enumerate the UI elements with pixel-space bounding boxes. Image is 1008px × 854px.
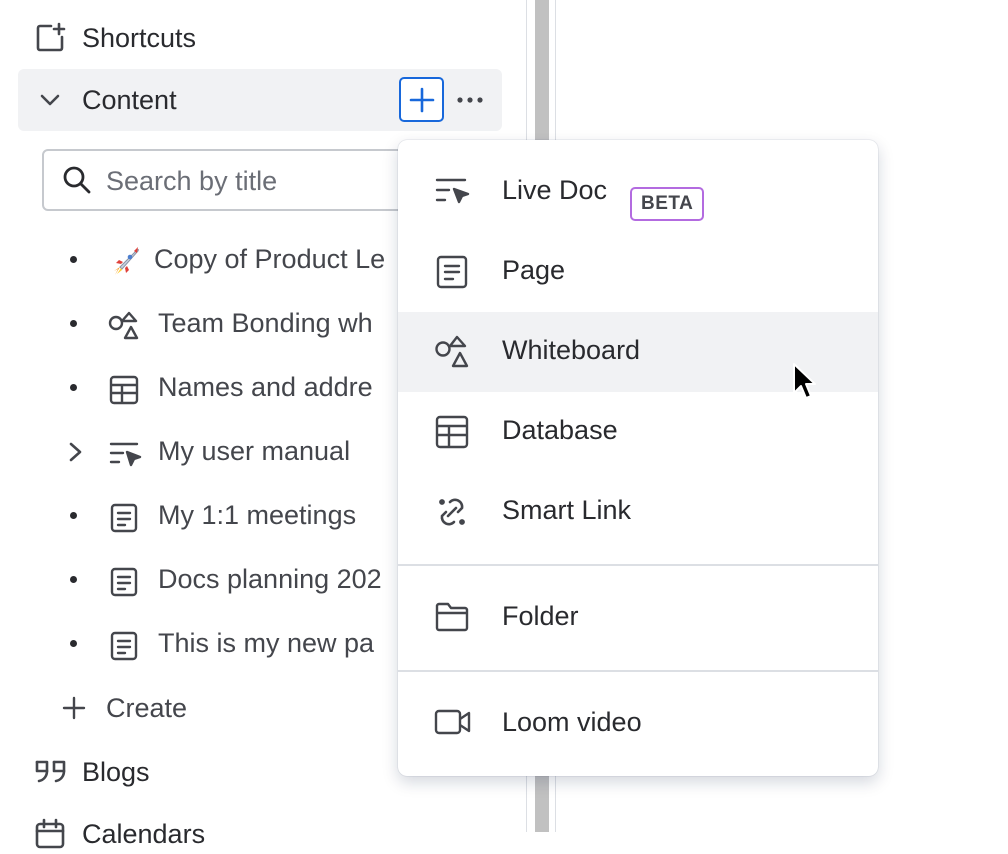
- bullet: [70, 512, 77, 519]
- bullet: [70, 576, 77, 583]
- beta-badge: BETA: [630, 187, 705, 221]
- live-doc-icon: [434, 174, 470, 208]
- menu-item-live-doc[interactable]: Live Doc BETA: [398, 152, 878, 232]
- menu-item-smart-link[interactable]: Smart Link: [398, 472, 878, 552]
- create-content-button[interactable]: [399, 77, 444, 122]
- bullet: [70, 640, 77, 647]
- whiteboard-icon: [434, 334, 472, 370]
- sidebar-item-label: Blogs: [82, 756, 150, 787]
- menu-item-label: Whiteboard: [502, 335, 641, 365]
- sidebar-item-shortcuts[interactable]: Shortcuts: [34, 18, 196, 58]
- whiteboard-icon: [108, 310, 142, 342]
- tree-item-label: This is my new pa: [158, 628, 375, 658]
- video-icon: [434, 706, 472, 738]
- database-icon: [108, 374, 140, 406]
- smart-link-icon: [434, 494, 470, 530]
- tree-item-label: My 1:1 meetings: [158, 500, 357, 530]
- tree-item-label: My user manual: [158, 436, 351, 466]
- menu-item-label: Live Doc: [502, 175, 608, 205]
- tree-item-label: Team Bonding wh: [158, 308, 373, 338]
- tree-item-label: Names and addre: [158, 372, 373, 402]
- database-icon: [434, 414, 470, 450]
- tree-item[interactable]: My 1:1 meetings: [0, 490, 400, 542]
- quote-icon: [34, 758, 68, 786]
- create-button[interactable]: Create: [62, 688, 187, 728]
- content-label: Content: [82, 84, 177, 115]
- tree-item[interactable]: My user manual: [0, 426, 400, 478]
- search-input[interactable]: [104, 159, 428, 203]
- create-menu: Live Doc BETA Page Whiteboard Database S…: [398, 140, 878, 776]
- tree-item[interactable]: Names and addre: [0, 362, 400, 414]
- search-icon: [62, 165, 92, 195]
- chevron-right-icon[interactable]: [64, 440, 86, 464]
- page-icon: [108, 502, 140, 534]
- menu-divider: [398, 564, 878, 566]
- page-icon: [108, 630, 140, 662]
- tree-item[interactable]: Team Bonding wh: [0, 298, 400, 350]
- sidebar-item-blogs[interactable]: Blogs: [34, 752, 150, 792]
- menu-item-loom-video[interactable]: Loom video: [398, 684, 878, 764]
- page-icon: [108, 566, 140, 598]
- menu-item-folder[interactable]: Folder: [398, 578, 878, 658]
- live-doc-icon: [108, 438, 142, 470]
- mouse-cursor-icon: [792, 362, 818, 407]
- bullet: [70, 384, 77, 391]
- sidebar-item-label: Calendars: [82, 818, 206, 849]
- chevron-down-icon[interactable]: [38, 88, 62, 112]
- more-actions-button[interactable]: [454, 86, 486, 114]
- content-header: Content: [38, 80, 177, 120]
- menu-item-label: Page: [502, 255, 566, 285]
- page-icon: [434, 254, 470, 290]
- menu-item-label: Folder: [502, 601, 579, 631]
- menu-item-label: Database: [502, 415, 618, 445]
- tree-item-label: Docs planning 202: [158, 564, 382, 594]
- search-box: [42, 149, 442, 211]
- menu-item-label: Loom video: [502, 707, 642, 737]
- sidebar-item-label: Shortcuts: [82, 22, 197, 53]
- add-shortcut-icon: [34, 22, 66, 54]
- sidebar-item-calendars[interactable]: Calendars: [34, 814, 205, 854]
- folder-icon: [434, 600, 470, 634]
- menu-divider: [398, 670, 878, 672]
- create-label: Create: [106, 692, 188, 723]
- plus-icon: [409, 87, 435, 113]
- more-horizontal-icon: [456, 96, 484, 104]
- rocket-icon: [110, 245, 142, 277]
- bullet: [70, 320, 77, 327]
- menu-item-label: Smart Link: [502, 495, 632, 525]
- bullet: [70, 256, 77, 263]
- tree-item[interactable]: Copy of Product Le: [0, 234, 400, 286]
- tree-item-label: Copy of Product Le: [154, 244, 386, 274]
- tree-item[interactable]: Docs planning 202: [0, 554, 400, 606]
- tree-item[interactable]: This is my new pa: [0, 618, 400, 670]
- calendar-icon: [34, 818, 66, 850]
- plus-icon: [62, 696, 86, 720]
- menu-item-page[interactable]: Page: [398, 232, 878, 312]
